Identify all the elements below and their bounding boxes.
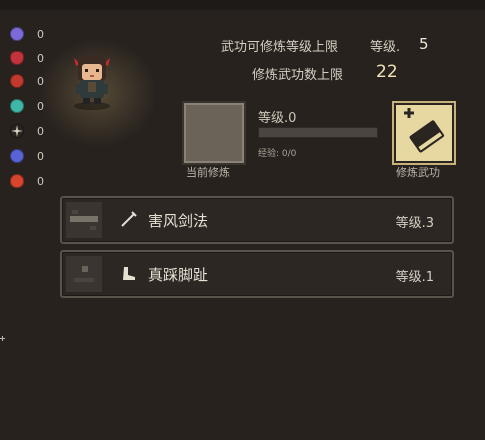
max-level-label: 武功可修炼等级上限 (221, 40, 339, 55)
stat-value: 0 (37, 174, 44, 188)
poison-skull-icon (10, 99, 24, 113)
stat-row: 0 (10, 147, 44, 165)
skill-level: 等级.3 (395, 216, 434, 231)
skill-row[interactable]: 害风剑法 等级.3 (60, 196, 454, 244)
current-skill-slot[interactable] (184, 103, 244, 163)
flame-icon (10, 174, 24, 188)
skill-name: 真踩脚趾 (148, 266, 209, 284)
sparkle-icon (10, 124, 24, 138)
skill-row[interactable]: 真踩脚趾 等级.1 (60, 250, 454, 298)
book-plus-icon (404, 108, 445, 153)
current-skill-caption: 当前修炼 (186, 166, 230, 179)
bug-icon (10, 74, 24, 88)
current-level-text: 等级.0 (258, 111, 297, 126)
cursor-marker (0, 326, 5, 341)
skill-thumbnail (66, 256, 102, 292)
max-level-value: 5 (419, 35, 429, 53)
skull-icon (10, 27, 24, 41)
boot-icon (123, 267, 135, 280)
broken-heart-icon (10, 51, 24, 65)
character-portrait (64, 48, 120, 112)
ghost-icon (10, 149, 24, 163)
skill-name: 害风剑法 (148, 212, 209, 230)
cultivate-skill-caption: 修炼武功 (396, 166, 440, 179)
max-count-value: 22 (376, 62, 398, 82)
stat-row: 0 (10, 172, 44, 190)
max-count-label: 修炼武功数上限 (252, 68, 344, 83)
max-level-prefix: 等级. (370, 40, 401, 55)
xp-text: 经验: 0/0 (258, 149, 297, 159)
skill-thumbnail (66, 202, 102, 238)
xp-bar (258, 127, 378, 138)
top-bar (0, 0, 485, 10)
stat-value: 0 (37, 149, 44, 163)
cultivate-skill-button[interactable] (394, 103, 454, 163)
skill-level: 等级.1 (395, 270, 434, 285)
sword-icon (121, 211, 137, 227)
